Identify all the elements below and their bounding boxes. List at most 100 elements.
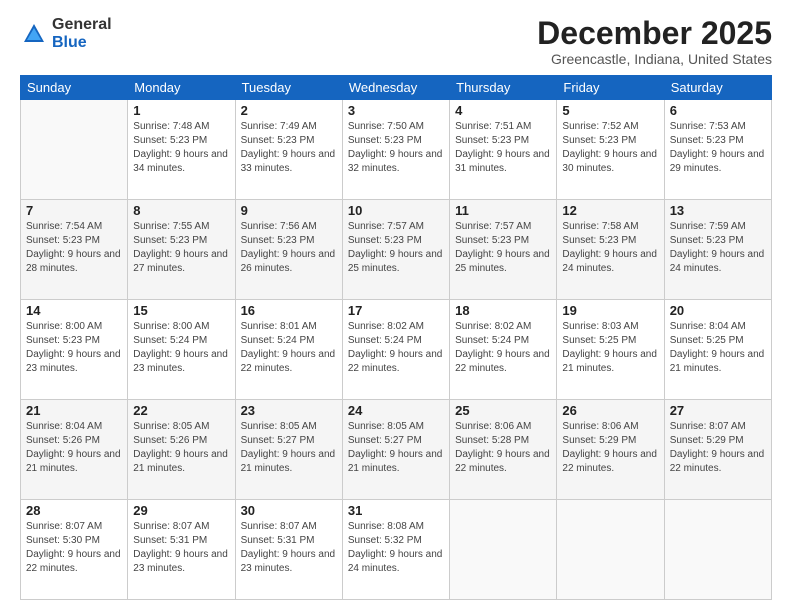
calendar-cell <box>557 500 664 600</box>
day-number: 12 <box>562 203 658 218</box>
calendar-cell: 5 Sunrise: 7:52 AMSunset: 5:23 PMDaylight… <box>557 100 664 200</box>
day-info: Sunrise: 7:56 AMSunset: 5:23 PMDaylight:… <box>241 220 337 276</box>
day-number: 6 <box>670 103 766 118</box>
calendar-cell: 1Sunrise: 7:48 AMSunset: 5:23 PMDaylight… <box>128 100 235 200</box>
day-info: Sunrise: 8:00 AMSunset: 5:23 PMDaylight:… <box>26 320 122 376</box>
day-info: Sunrise: 7:49 AMSunset: 5:23 PMDaylight:… <box>241 120 337 176</box>
calendar-cell: 21 Sunrise: 8:04 AMSunset: 5:26 PMDayligh… <box>21 400 128 500</box>
calendar-cell: 14 Sunrise: 8:00 AMSunset: 5:23 PMDayligh… <box>21 300 128 400</box>
day-number: 23 <box>241 403 337 418</box>
day-info: Sunrise: 7:58 AMSunset: 5:23 PMDaylight:… <box>562 220 658 276</box>
calendar-header-row: SundayMondayTuesdayWednesdayThursdayFrid… <box>21 76 772 100</box>
page: General Blue December 2025 Greencastle, … <box>0 0 792 612</box>
day-number: 7 <box>26 203 122 218</box>
day-info: Sunrise: 8:05 AMSunset: 5:27 PMDaylight:… <box>241 420 337 476</box>
day-info: Sunrise: 8:02 AMSunset: 5:24 PMDaylight:… <box>455 320 551 376</box>
calendar-day-header: Friday <box>557 76 664 100</box>
header: General Blue December 2025 Greencastle, … <box>20 16 772 67</box>
calendar-day-header: Wednesday <box>342 76 449 100</box>
day-info: Sunrise: 7:52 AMSunset: 5:23 PMDaylight:… <box>562 120 658 176</box>
calendar-cell: 13 Sunrise: 7:59 AMSunset: 5:23 PMDayligh… <box>664 200 771 300</box>
logo-icon <box>20 20 48 48</box>
day-number: 10 <box>348 203 444 218</box>
day-number: 13 <box>670 203 766 218</box>
day-number: 15 <box>133 303 229 318</box>
logo-text: General Blue <box>52 16 112 51</box>
calendar-cell: 11 Sunrise: 7:57 AMSunset: 5:23 PMDayligh… <box>450 200 557 300</box>
calendar-cell: 4Sunrise: 7:51 AMSunset: 5:23 PMDaylight… <box>450 100 557 200</box>
day-info: Sunrise: 8:07 AMSunset: 5:29 PMDaylight:… <box>670 420 766 476</box>
calendar-cell <box>664 500 771 600</box>
calendar-table: SundayMondayTuesdayWednesdayThursdayFrid… <box>20 75 772 600</box>
calendar-cell: 10 Sunrise: 7:57 AMSunset: 5:23 PMDayligh… <box>342 200 449 300</box>
day-info: Sunrise: 8:04 AMSunset: 5:25 PMDaylight:… <box>670 320 766 376</box>
day-info: Sunrise: 8:06 AMSunset: 5:28 PMDaylight:… <box>455 420 551 476</box>
calendar-cell: 19Sunrise: 8:03 AMSunset: 5:25 PMDayligh… <box>557 300 664 400</box>
day-info: Sunrise: 8:04 AMSunset: 5:26 PMDaylight:… <box>26 420 122 476</box>
day-info: Sunrise: 7:57 AMSunset: 5:23 PMDaylight:… <box>455 220 551 276</box>
day-info: Sunrise: 8:07 AMSunset: 5:31 PMDaylight:… <box>133 520 229 576</box>
calendar-cell: 28Sunrise: 8:07 AMSunset: 5:30 PMDayligh… <box>21 500 128 600</box>
day-number: 14 <box>26 303 122 318</box>
logo-general: General <box>52 16 112 34</box>
calendar-cell: 22Sunrise: 8:05 AMSunset: 5:26 PMDayligh… <box>128 400 235 500</box>
calendar-cell: 26 Sunrise: 8:06 AMSunset: 5:29 PMDayligh… <box>557 400 664 500</box>
day-number: 29 <box>133 503 229 518</box>
day-info: Sunrise: 7:54 AMSunset: 5:23 PMDaylight:… <box>26 220 122 276</box>
day-number: 11 <box>455 203 551 218</box>
title-block: December 2025 Greencastle, Indiana, Unit… <box>537 16 772 67</box>
calendar-cell: 24 Sunrise: 8:05 AMSunset: 5:27 PMDayligh… <box>342 400 449 500</box>
day-info: Sunrise: 8:05 AMSunset: 5:27 PMDaylight:… <box>348 420 444 476</box>
calendar-week-row: 1Sunrise: 7:48 AMSunset: 5:23 PMDaylight… <box>21 100 772 200</box>
day-info: Sunrise: 8:01 AMSunset: 5:24 PMDaylight:… <box>241 320 337 376</box>
calendar-cell: 9Sunrise: 7:56 AMSunset: 5:23 PMDaylight… <box>235 200 342 300</box>
calendar-week-row: 21 Sunrise: 8:04 AMSunset: 5:26 PMDayligh… <box>21 400 772 500</box>
day-number: 19 <box>562 303 658 318</box>
calendar-cell: 6Sunrise: 7:53 AMSunset: 5:23 PMDaylight… <box>664 100 771 200</box>
calendar-week-row: 28Sunrise: 8:07 AMSunset: 5:30 PMDayligh… <box>21 500 772 600</box>
day-number: 22 <box>133 403 229 418</box>
calendar-cell: 15 Sunrise: 8:00 AMSunset: 5:24 PMDayligh… <box>128 300 235 400</box>
day-number: 16 <box>241 303 337 318</box>
calendar-day-header: Thursday <box>450 76 557 100</box>
month-title: December 2025 <box>537 16 772 51</box>
day-number: 2 <box>241 103 337 118</box>
day-info: Sunrise: 8:08 AMSunset: 5:32 PMDaylight:… <box>348 520 444 576</box>
calendar-cell: 29 Sunrise: 8:07 AMSunset: 5:31 PMDayligh… <box>128 500 235 600</box>
day-number: 20 <box>670 303 766 318</box>
calendar-cell: 17 Sunrise: 8:02 AMSunset: 5:24 PMDayligh… <box>342 300 449 400</box>
calendar-day-header: Tuesday <box>235 76 342 100</box>
day-number: 17 <box>348 303 444 318</box>
day-info: Sunrise: 7:57 AMSunset: 5:23 PMDaylight:… <box>348 220 444 276</box>
calendar-cell: 25 Sunrise: 8:06 AMSunset: 5:28 PMDayligh… <box>450 400 557 500</box>
day-number: 25 <box>455 403 551 418</box>
calendar-cell: 30Sunrise: 8:07 AMSunset: 5:31 PMDayligh… <box>235 500 342 600</box>
day-number: 24 <box>348 403 444 418</box>
day-number: 21 <box>26 403 122 418</box>
calendar-cell: 7 Sunrise: 7:54 AMSunset: 5:23 PMDaylight… <box>21 200 128 300</box>
calendar-cell: 27 Sunrise: 8:07 AMSunset: 5:29 PMDayligh… <box>664 400 771 500</box>
day-info: Sunrise: 8:06 AMSunset: 5:29 PMDaylight:… <box>562 420 658 476</box>
day-number: 3 <box>348 103 444 118</box>
calendar-cell: 23 Sunrise: 8:05 AMSunset: 5:27 PMDayligh… <box>235 400 342 500</box>
calendar-cell <box>450 500 557 600</box>
day-info: Sunrise: 7:55 AMSunset: 5:23 PMDaylight:… <box>133 220 229 276</box>
day-info: Sunrise: 8:07 AMSunset: 5:31 PMDaylight:… <box>241 520 337 576</box>
day-number: 26 <box>562 403 658 418</box>
calendar-day-header: Monday <box>128 76 235 100</box>
day-info: Sunrise: 8:02 AMSunset: 5:24 PMDaylight:… <box>348 320 444 376</box>
day-info: Sunrise: 8:07 AMSunset: 5:30 PMDaylight:… <box>26 520 122 576</box>
day-info: Sunrise: 8:00 AMSunset: 5:24 PMDaylight:… <box>133 320 229 376</box>
calendar-cell <box>21 100 128 200</box>
calendar-week-row: 14 Sunrise: 8:00 AMSunset: 5:23 PMDayligh… <box>21 300 772 400</box>
day-info: Sunrise: 7:59 AMSunset: 5:23 PMDaylight:… <box>670 220 766 276</box>
logo-blue: Blue <box>52 34 112 52</box>
day-number: 27 <box>670 403 766 418</box>
calendar-cell: 8Sunrise: 7:55 AMSunset: 5:23 PMDaylight… <box>128 200 235 300</box>
calendar-day-header: Sunday <box>21 76 128 100</box>
calendar-cell: 20 Sunrise: 8:04 AMSunset: 5:25 PMDayligh… <box>664 300 771 400</box>
calendar-day-header: Saturday <box>664 76 771 100</box>
calendar-cell: 12 Sunrise: 7:58 AMSunset: 5:23 PMDayligh… <box>557 200 664 300</box>
day-info: Sunrise: 7:51 AMSunset: 5:23 PMDaylight:… <box>455 120 551 176</box>
day-number: 5 <box>562 103 658 118</box>
